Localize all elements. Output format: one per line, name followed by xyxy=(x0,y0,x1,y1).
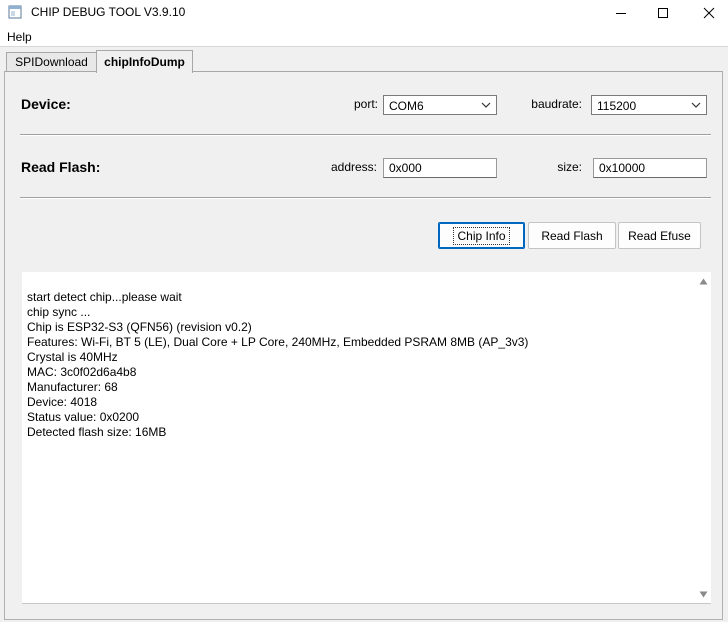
maximize-icon xyxy=(658,8,668,18)
chevron-down-icon xyxy=(691,102,701,108)
log-line: Status value: 0x0200 xyxy=(27,410,140,424)
scroll-up-icon[interactable] xyxy=(699,278,708,285)
app-window-icon xyxy=(8,5,22,19)
log-lines: start detect chip...please wait chip syn… xyxy=(27,290,528,440)
log-line: Features: Wi-Fi, BT 5 (LE), Dual Core + … xyxy=(27,335,529,349)
chevron-down-icon xyxy=(481,102,491,108)
port-value: COM6 xyxy=(389,99,424,113)
baudrate-value: 115200 xyxy=(597,99,637,113)
log-line: start detect chip...please wait xyxy=(27,290,182,304)
scroll-down-icon[interactable] xyxy=(699,591,708,598)
title-bar: CHIP DEBUG TOOL V3.9.10 xyxy=(0,0,728,26)
log-line: MAC: 3c0f02d6a4b8 xyxy=(27,365,137,379)
log-line: Chip is ESP32-S3 (QFN56) (revision v0.2) xyxy=(27,320,252,334)
minimize-button[interactable] xyxy=(598,0,644,26)
address-label: address: xyxy=(330,160,377,174)
chip-info-button[interactable]: Chip Info xyxy=(438,222,525,249)
chip-info-label: Chip Info xyxy=(453,226,510,245)
read-efuse-button[interactable]: Read Efuse xyxy=(618,222,701,249)
log-line: Crystal is 40MHz xyxy=(27,350,118,364)
window-title: CHIP DEBUG TOOL V3.9.10 xyxy=(31,5,186,19)
tab-spidownload[interactable]: SPIDownload xyxy=(6,52,97,71)
close-icon xyxy=(703,7,715,19)
section-divider xyxy=(20,197,711,199)
baudrate-select[interactable]: 115200 xyxy=(591,95,707,115)
device-section-label: Device: xyxy=(21,96,71,112)
minimize-icon xyxy=(616,13,626,14)
tab-chipinfodump[interactable]: chipInfoDump xyxy=(96,50,193,73)
size-input[interactable] xyxy=(593,158,707,178)
address-input[interactable] xyxy=(383,158,497,178)
port-select[interactable]: COM6 xyxy=(383,95,497,115)
log-output[interactable]: start detect chip...please wait chip syn… xyxy=(22,272,711,604)
read-flash-section-label: Read Flash: xyxy=(21,159,101,175)
tab-bar: SPIDownload chipInfoDump xyxy=(0,47,728,73)
read-flash-button[interactable]: Read Flash xyxy=(528,222,616,249)
port-label: port: xyxy=(353,97,378,111)
log-line: Manufacturer: 68 xyxy=(27,380,118,394)
log-line: chip sync ... xyxy=(27,305,91,319)
maximize-button[interactable] xyxy=(640,0,686,26)
menu-bar: Help xyxy=(0,26,728,46)
close-button[interactable] xyxy=(686,0,728,26)
menu-help[interactable]: Help xyxy=(7,30,32,44)
section-divider xyxy=(20,134,711,136)
size-label: size: xyxy=(557,160,582,174)
baudrate-label: baudrate: xyxy=(531,97,582,111)
log-scrollbar[interactable] xyxy=(696,272,711,603)
log-line: Detected flash size: 16MB xyxy=(27,425,167,439)
log-line: Device: 4018 xyxy=(27,395,98,409)
